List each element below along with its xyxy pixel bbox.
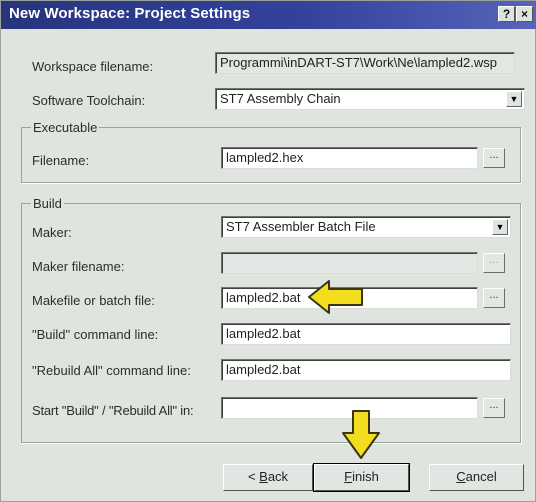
makefile-browse-button[interactable]: ... [483, 288, 505, 308]
close-button[interactable]: × [516, 6, 533, 22]
start-in-browse-button[interactable]: ... [483, 398, 505, 418]
down-arrow-icon [342, 410, 380, 459]
help-button[interactable]: ? [498, 6, 515, 22]
finish-button-mnemonic: F [344, 469, 353, 484]
maker-filename-label: Maker filename: [32, 259, 125, 274]
finish-button[interactable]: Finish [313, 463, 410, 492]
toolchain-value: ST7 Assembly Chain [220, 91, 341, 106]
maker-browse-button: ... [483, 253, 505, 273]
executable-browse-button[interactable]: ... [483, 148, 505, 168]
toolchain-select[interactable]: ST7 Assembly Chain ▼ [215, 88, 525, 110]
build-command-input[interactable]: lampled2.bat [221, 323, 511, 345]
back-button[interactable]: < Back [223, 464, 313, 491]
makefile-label: Makefile or batch file: [32, 293, 155, 308]
cancel-button[interactable]: Cancel [429, 464, 524, 491]
rebuild-command-label: "Rebuild All" command line: [32, 363, 191, 378]
project-settings-dialog: New Workspace: Project Settings ? × Work… [0, 0, 536, 502]
back-button-mnemonic: B [259, 469, 268, 484]
executable-filename-label: Filename: [32, 153, 90, 168]
cancel-button-label: ancel [465, 469, 497, 484]
finish-button-label: inish [352, 469, 379, 484]
rebuild-command-input[interactable]: lampled2.bat [221, 359, 511, 381]
maker-value: ST7 Assembler Batch File [226, 219, 376, 234]
back-button-prefix: < [247, 469, 260, 484]
maker-label: Maker: [32, 225, 72, 240]
start-in-label: Start "Build" / "Rebuild All" in: [32, 403, 194, 418]
executable-group-title: Executable [31, 120, 100, 135]
build-command-label: "Build" command line: [32, 327, 159, 342]
chevron-down-icon[interactable]: ▼ [492, 219, 508, 235]
toolchain-label: Software Toolchain: [32, 93, 146, 108]
workspace-filename-field: Programmi\inDART-ST7\Work\Ne\lampled2.ws… [215, 52, 515, 74]
dialog-title: New Workspace: Project Settings [9, 5, 251, 22]
build-group-title: Build [31, 196, 64, 211]
maker-select[interactable]: ST7 Assembler Batch File ▼ [221, 216, 511, 238]
title-bar: New Workspace: Project Settings ? × [1, 1, 536, 29]
executable-filename-input[interactable]: lampled2.hex [221, 147, 478, 169]
back-button-label: ack [267, 469, 289, 484]
workspace-filename-label: Workspace filename: [32, 59, 154, 74]
cancel-button-mnemonic: C [456, 469, 466, 484]
maker-filename-input [221, 252, 478, 274]
chevron-down-icon[interactable]: ▼ [506, 91, 522, 107]
left-arrow-icon [308, 280, 363, 314]
